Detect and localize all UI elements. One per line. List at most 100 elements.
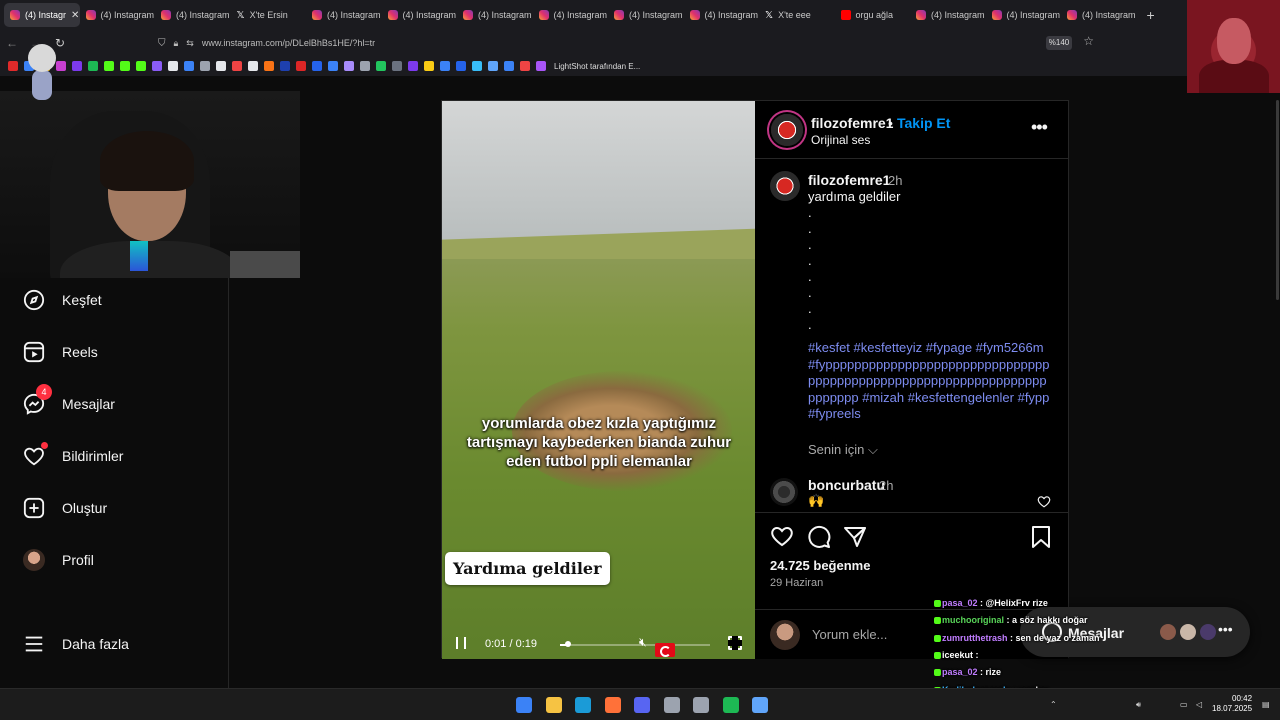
sidebar-item-daha-fazla[interactable]: Daha fazla — [22, 632, 129, 656]
bookmark-favicon-icon[interactable] — [136, 61, 146, 71]
bookmark-favicon-icon[interactable] — [8, 61, 18, 71]
commenter-avatar[interactable] — [770, 478, 798, 506]
browser-tab[interactable]: (4) Instagram — [306, 3, 382, 27]
taskbar-app-icon[interactable] — [516, 697, 532, 713]
bookmark-favicon-icon[interactable] — [120, 61, 130, 71]
bookmark-favicon-icon[interactable] — [328, 61, 338, 71]
caption-author-avatar[interactable] — [770, 171, 800, 201]
taskbar-app-icon[interactable] — [663, 697, 680, 713]
browser-tab[interactable]: (4) Instagram . — [684, 3, 759, 27]
zoom-badge[interactable]: %140 — [1046, 36, 1072, 50]
commenter-username[interactable]: boncurbatu — [808, 477, 885, 493]
comment-like-icon[interactable] — [1037, 495, 1051, 508]
video-progress-knob[interactable] — [564, 641, 571, 647]
bookmark-label[interactable]: LightShot tarafından E... — [554, 62, 640, 71]
browser-tab[interactable]: (4) Instagram — [457, 3, 533, 27]
follow-button[interactable]: Takip Et — [897, 115, 950, 131]
bookmark-favicon-icon[interactable] — [280, 61, 290, 71]
bookmark-favicon-icon[interactable] — [456, 61, 466, 71]
speaker-icon[interactable]: ◁ — [1196, 700, 1205, 709]
browser-tab[interactable]: (4) Instagram — [80, 3, 156, 27]
reel-video[interactable]: yorumlarda obez kızla yaptığımız tartışm… — [442, 101, 755, 659]
audio-label[interactable]: Orijinal ses — [811, 133, 870, 147]
bookmark-favicon-icon[interactable] — [344, 61, 354, 71]
tray-chevron-icon[interactable]: ⌃ — [1050, 700, 1059, 709]
sidebar-item-mesajlar[interactable]: 4 Mesajlar — [22, 384, 115, 416]
bookmark-favicon-icon[interactable] — [264, 61, 274, 71]
bookmark-favicon-icon[interactable] — [104, 61, 114, 71]
browser-tab[interactable]: (4) Instagram — [382, 3, 458, 27]
pause-icon[interactable] — [456, 637, 466, 649]
comment-bubble-icon[interactable] — [807, 525, 831, 549]
bookmark-favicon-icon[interactable] — [504, 61, 514, 71]
bookmark-favicon-icon[interactable] — [536, 61, 546, 71]
likes-count[interactable]: 24.725 beğenme — [770, 558, 870, 573]
bookmark-favicon-icon[interactable] — [248, 61, 258, 71]
browser-tab[interactable]: (4) Instagram — [986, 3, 1062, 27]
bookmark-favicon-icon[interactable] — [216, 61, 226, 71]
browser-tab[interactable]: (4) Instagram — [1061, 3, 1137, 27]
sidebar-item-bildirimler[interactable]: Bildirimler — [22, 442, 123, 468]
browser-tab[interactable]: orgu ağla — [835, 3, 911, 27]
like-heart-icon[interactable] — [770, 525, 794, 549]
browser-tab[interactable]: (4) Instagram — [533, 3, 609, 27]
sidebar-item-olustur[interactable]: Oluştur — [22, 496, 107, 520]
taskbar-app-icon[interactable] — [634, 697, 650, 713]
bookmark-favicon-icon[interactable] — [72, 61, 82, 71]
taskbar-app-icon[interactable] — [722, 697, 739, 713]
tray-clock[interactable]: 00:42 18.07.2025 — [1212, 694, 1252, 714]
video-progress-bar[interactable] — [560, 641, 710, 647]
bookmark-favicon-icon[interactable] — [312, 61, 322, 71]
browser-tab[interactable]: (4) Instagram — [608, 3, 684, 27]
sidebar-item-profil[interactable]: Profil — [22, 548, 94, 572]
notifications-icon[interactable]: ▤ — [1262, 700, 1271, 709]
bookmark-favicon-icon[interactable] — [360, 61, 370, 71]
volume-icon[interactable]: 🔊︎ — [1136, 700, 1145, 709]
bookmark-favicon-icon[interactable] — [392, 61, 402, 71]
bookmark-favicon-icon[interactable] — [520, 61, 530, 71]
bookmark-favicon-icon[interactable] — [488, 61, 498, 71]
address-bar[interactable]: ⛉ 🔒︎ ⇆ www.instagram.com/p/DLelBhBs1HE/?… — [150, 33, 1100, 53]
more-options-icon[interactable]: ••• — [1031, 118, 1049, 138]
bookmark-favicon-icon[interactable] — [472, 61, 482, 71]
tab-close-icon[interactable]: ✕ — [71, 10, 79, 21]
share-send-icon[interactable] — [843, 525, 867, 549]
muted-speaker-icon[interactable]: 🔇︎ — [639, 635, 653, 649]
sidebar-item-kesfet[interactable]: Keşfet — [22, 288, 102, 312]
fullscreen-icon[interactable] — [728, 636, 742, 650]
browser-tab[interactable]: 𝕏 X'te Ersin — [231, 3, 307, 27]
page-scrollbar[interactable] — [1276, 100, 1279, 300]
bookmark-favicon-icon[interactable] — [296, 61, 306, 71]
url-text[interactable]: www.instagram.com/p/DLelBhBs1HE/?hl=tr — [202, 38, 375, 48]
author-avatar[interactable] — [771, 114, 803, 146]
taskbar-app-icon[interactable] — [545, 697, 562, 713]
for-you-toggle[interactable]: Senin için ⌵ — [808, 442, 878, 458]
author-username[interactable]: filozofemre1 — [811, 115, 893, 131]
bookmark-favicon-icon[interactable] — [184, 61, 194, 71]
bookmark-favicon-icon[interactable] — [376, 61, 386, 71]
browser-tab[interactable]: (4) Instagram — [155, 3, 231, 27]
taskbar-app-icon[interactable] — [575, 697, 591, 713]
bookmark-star-icon[interactable]: ☆ — [1083, 34, 1094, 48]
network-icon[interactable]: ▭ — [1180, 700, 1189, 709]
bookmark-favicon-icon[interactable] — [168, 61, 178, 71]
caption-username[interactable]: filozofemre1 — [808, 172, 890, 188]
taskbar-app-icon[interactable] — [604, 697, 621, 713]
bookmark-favicon-icon[interactable] — [152, 61, 162, 71]
back-icon[interactable]: ← — [0, 36, 24, 50]
taskbar-app-icon[interactable] — [693, 697, 709, 713]
browser-tab[interactable]: (4) Instagram — [910, 3, 986, 27]
bookmark-favicon-icon[interactable] — [88, 61, 98, 71]
bookmark-favicon-icon[interactable] — [200, 61, 210, 71]
save-bookmark-icon[interactable] — [1029, 525, 1053, 549]
bookmark-favicon-icon[interactable] — [232, 61, 242, 71]
sidebar-item-reels[interactable]: Reels — [22, 340, 98, 364]
bookmark-favicon-icon[interactable] — [408, 61, 418, 71]
caption-hashtags[interactable]: #kesfet #kesfetteyiz #fypage #fym5266m #… — [808, 340, 1053, 423]
bookmark-favicon-icon[interactable] — [424, 61, 434, 71]
new-tab-button[interactable]: + — [1137, 7, 1165, 23]
browser-tab[interactable]: (4) Instagr ✕ — [4, 3, 80, 27]
bookmark-favicon-icon[interactable] — [440, 61, 450, 71]
browser-tab[interactable]: 𝕏 X'te eee — [759, 3, 835, 27]
taskbar-app-icon[interactable] — [752, 697, 768, 713]
